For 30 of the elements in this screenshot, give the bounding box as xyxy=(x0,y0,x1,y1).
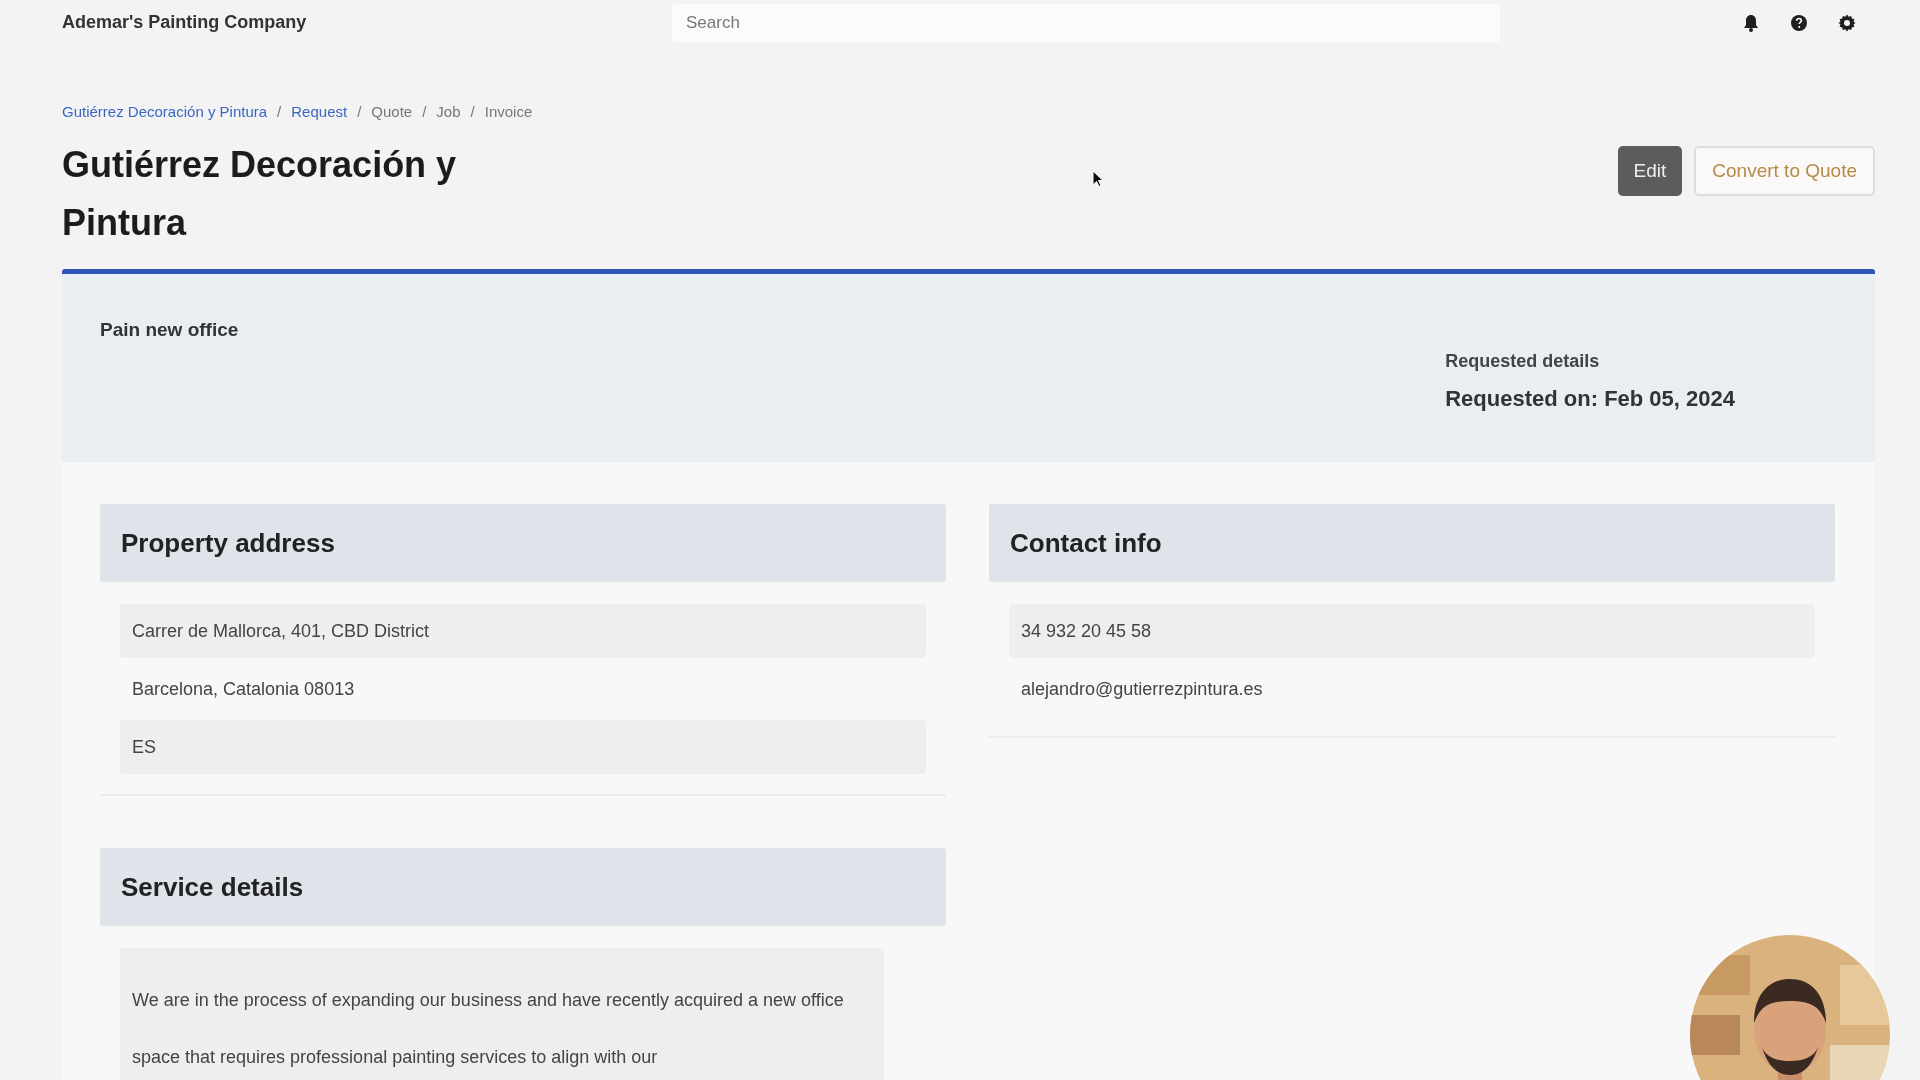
detail-row: ES xyxy=(120,720,926,774)
company-name: Ademar's Painting Company xyxy=(62,12,308,33)
bell-icon[interactable] xyxy=(1741,12,1761,33)
edit-button[interactable]: Edit xyxy=(1617,146,1683,196)
breadcrumb-separator: / xyxy=(422,103,427,120)
breadcrumb-link[interactable]: Request xyxy=(291,103,348,120)
detail-row-text: alejandro@gutierrezpintura.es xyxy=(1020,677,1264,701)
search-field[interactable]: Search xyxy=(672,3,1500,42)
breadcrumb-separator: / xyxy=(357,103,362,120)
requested-date: Requested on: Feb 05, 2024 xyxy=(1445,386,1735,412)
settings-icon[interactable] xyxy=(1837,12,1857,33)
page-title: Gutiérrez Decoración y Pintura xyxy=(62,143,458,245)
section-heading: Contact info xyxy=(989,504,1835,582)
details-label: Requested details xyxy=(1445,351,1601,372)
request-title: Pain new office xyxy=(100,319,239,342)
breadcrumb-link[interactable]: Gutiérrez Decoración y Pintura xyxy=(62,103,268,120)
detail-row: 34 932 20 45 58 xyxy=(1009,604,1815,658)
breadcrumb-separator: / xyxy=(277,103,282,120)
description-text: We are in the process of expanding our business and have recently acquired a new office space that requires professional painting services to align with our xyxy=(120,948,884,1080)
convert-button[interactable]: Convert to Quote xyxy=(1694,146,1875,196)
breadcrumb-item: Job xyxy=(436,103,461,120)
breadcrumb-separator: / xyxy=(470,103,475,120)
breadcrumb-item: Quote xyxy=(371,103,413,120)
breadcrumb-item: Invoice xyxy=(484,103,533,120)
pointer-icon xyxy=(1092,170,1104,188)
section-heading: Property address xyxy=(100,504,946,582)
detail-row-text: Barcelona, Catalonia 08013 xyxy=(131,677,356,701)
section-heading: Service details xyxy=(100,848,946,926)
detail-row: Carrer de Mallorca, 401, CBD District xyxy=(120,604,926,658)
help-icon[interactable] xyxy=(1789,12,1809,33)
